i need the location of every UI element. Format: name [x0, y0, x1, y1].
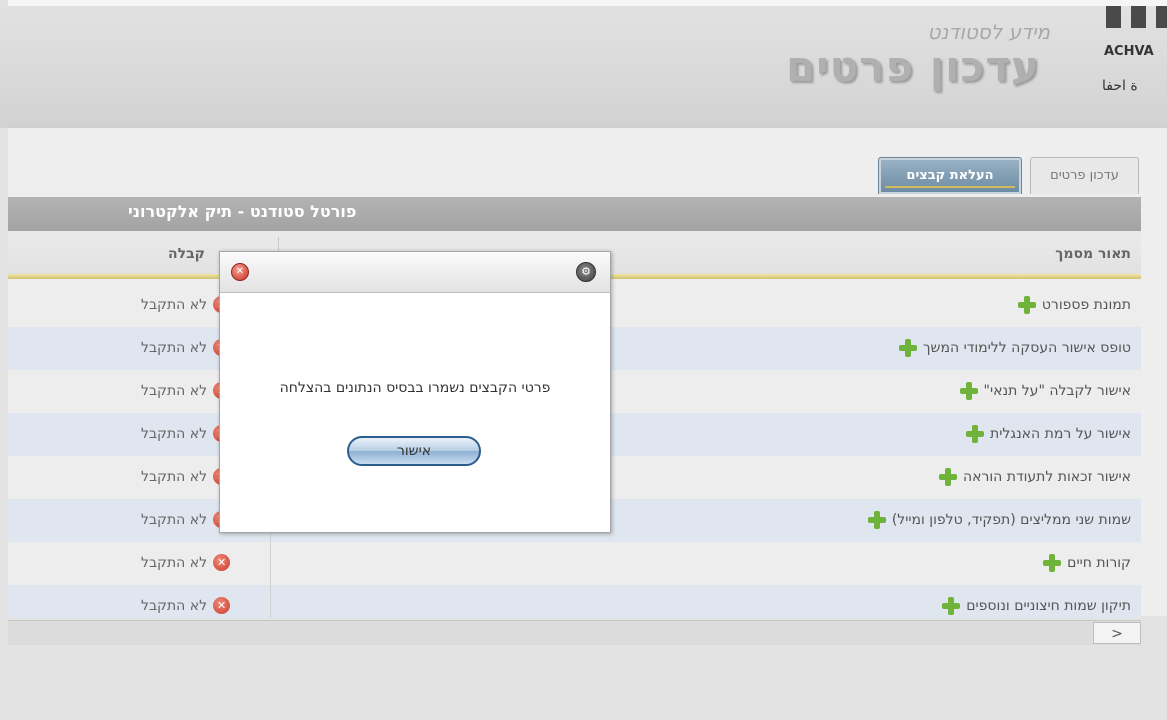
document-status: ✕ לא התקבל — [141, 554, 231, 571]
document-status: ✕ לא התקבל — [141, 382, 231, 399]
column-header-description: תאור מסמך — [1055, 246, 1131, 262]
page-title: עדכון פרטים — [786, 42, 1040, 91]
logo-text-ar: ة احفا — [1102, 78, 1138, 94]
close-icon[interactable]: ✕ — [231, 263, 249, 281]
add-icon[interactable] — [938, 468, 957, 486]
status-text: לא התקבל — [141, 554, 208, 571]
document-description: אישור לקבלה "על תנאי" — [959, 382, 1131, 400]
page-header: מידע לסטודנט עדכון פרטים ACHVA ة احفا — [0, 0, 1167, 128]
document-name: אישור זכאות לתעודת הוראה — [962, 469, 1131, 485]
success-dialog: ✕ ⚙ פרטי הקבצים נשמרו בבסיס הנתונים בהצל… — [219, 251, 611, 533]
header-top-line — [8, 0, 1167, 6]
x-circle-icon: ✕ — [213, 554, 231, 571]
x-circle-icon: ✕ — [213, 597, 231, 614]
document-description: תמונת פספורט — [1017, 296, 1131, 314]
portal-title: פורטל סטודנט - תיק אלקטרוני — [128, 202, 357, 221]
logo-text-en: ACHVA — [1104, 44, 1154, 59]
document-name: אישור לקבלה "על תנאי" — [983, 383, 1131, 399]
document-name: תיקון שמות חיצוניים ונוספים — [966, 598, 1131, 614]
document-status: ✕ לא התקבל — [141, 468, 231, 485]
add-icon[interactable] — [899, 339, 918, 357]
horizontal-scrollbar[interactable] — [8, 620, 1141, 645]
document-name: קורות חיים — [1067, 555, 1131, 571]
status-text: לא התקבל — [141, 382, 208, 399]
tab-update-details[interactable]: עדכון פרטים — [1030, 157, 1139, 194]
document-description: שמות שני ממליצים (תפקיד, טלפון ומייל) — [867, 511, 1131, 529]
document-description: אישור על רמת האנגלית — [966, 425, 1131, 443]
add-icon[interactable] — [942, 597, 961, 615]
add-icon[interactable] — [1043, 554, 1062, 572]
document-status: ✕ לא התקבל — [141, 511, 231, 528]
document-status: ✕ לא התקבל — [141, 425, 231, 442]
document-status: ✕ לא התקבל — [141, 339, 231, 356]
document-status: ✕ לא התקבל — [141, 597, 231, 614]
document-description: טופס אישור העסקה ללימודי המשך — [899, 339, 1131, 357]
document-description: תיקון שמות חיצוניים ונוספים — [942, 597, 1131, 615]
table-row: תיקון שמות חיצוניים ונוספים ✕ לא התקבל — [8, 585, 1141, 618]
cell-divider — [270, 542, 271, 585]
tab-upload-files[interactable]: העלאת קבצים — [878, 157, 1022, 194]
status-text: לא התקבל — [141, 339, 208, 356]
table-row: קורות חיים ✕ לא התקבל — [8, 542, 1141, 585]
status-text: לא התקבל — [141, 597, 208, 614]
header-subtitle: מידע לסטודנט — [927, 20, 1050, 44]
status-text: לא התקבל — [141, 511, 208, 528]
add-icon[interactable] — [959, 382, 978, 400]
status-text: לא התקבל — [141, 468, 208, 485]
document-name: טופס אישור העסקה ללימודי המשך — [923, 340, 1131, 356]
document-status: ✕ לא התקבל — [141, 296, 231, 313]
portal-title-bar: פורטל סטודנט - תיק אלקטרוני — [8, 197, 1141, 231]
logo-icon — [1106, 6, 1167, 28]
dialog-titlebar: ✕ ⚙ — [220, 252, 610, 293]
add-icon[interactable] — [867, 511, 886, 529]
document-description: אישור זכאות לתעודת הוראה — [938, 468, 1131, 486]
app-icon: ⚙ — [576, 262, 596, 282]
add-icon[interactable] — [966, 425, 985, 443]
add-icon[interactable] — [1017, 296, 1036, 314]
scroll-right-icon[interactable]: > — [1093, 622, 1141, 644]
document-name: תמונת פספורט — [1041, 297, 1131, 313]
document-name: אישור על רמת האנגלית — [990, 426, 1131, 442]
document-description: קורות חיים — [1043, 554, 1131, 572]
cell-divider — [270, 585, 271, 618]
document-name: שמות שני ממליצים (תפקיד, טלפון ומייל) — [891, 512, 1131, 528]
ok-button[interactable]: אישור — [347, 436, 481, 466]
status-text: לא התקבל — [141, 296, 208, 313]
dialog-message: פרטי הקבצים נשמרו בבסיס הנתונים בהצלחה — [279, 380, 551, 396]
status-text: לא התקבל — [141, 425, 208, 442]
column-header-status: קבלה — [168, 246, 205, 262]
tab-bar: עדכון פרטים העלאת קבצים — [0, 157, 1167, 197]
